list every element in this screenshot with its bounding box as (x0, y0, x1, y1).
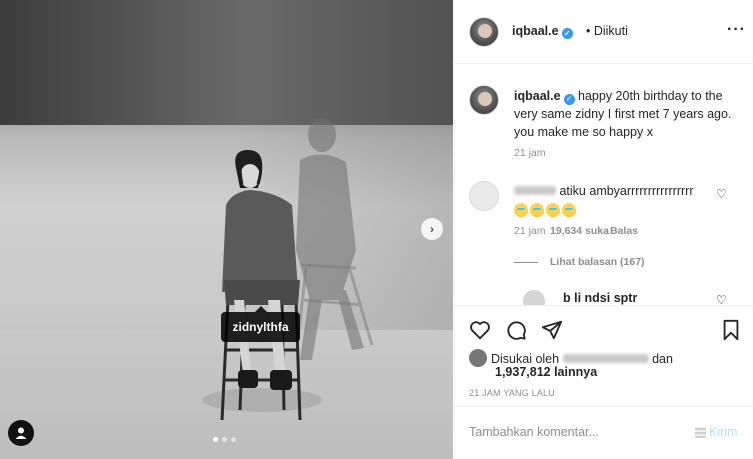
comments-list[interactable]: iqbaal.e ✓ happy 20th birthday to the ver… (455, 65, 753, 305)
carousel-dot (222, 437, 227, 442)
heart-icon[interactable] (469, 319, 491, 341)
add-comment-form: Kirim (455, 406, 753, 459)
likes-conjunction: dan (652, 352, 673, 366)
bookmark-icon[interactable] (720, 319, 742, 341)
more-dots-icon[interactable]: ··· (727, 21, 746, 39)
author-name[interactable]: iqbaal.e ✓ (512, 24, 573, 39)
comment-meta: 21 jam 19,634 suka Balas (514, 225, 638, 237)
author-name-text: iqbaal.e (512, 24, 559, 38)
comment-text: atiku ambyarrrrrrrrrrrrrrrr (514, 181, 719, 221)
comment-like-heart-icon[interactable]: ♡ (716, 187, 727, 201)
post-comment-label: Kirim (709, 425, 738, 439)
comment-input[interactable] (469, 425, 689, 439)
photo-scene (202, 118, 374, 421)
crying-emoji-icon (514, 203, 528, 217)
comment-time[interactable]: 21 jam (514, 225, 550, 237)
carousel-indicator (213, 437, 236, 442)
commenter-avatar[interactable] (469, 181, 499, 211)
caption-time[interactable]: 21 jam (514, 147, 546, 159)
post-actions: Disukai oleh dan 1,937,812 lainnya 21 JA… (455, 305, 753, 405)
verified-badge-icon: ✓ (561, 28, 573, 39)
post-timestamp[interactable]: 21 JAM YANG LALU (469, 388, 555, 398)
post-details-panel: iqbaal.e ✓ • Diikuti ··· iqbaal.e ✓ happy … (454, 0, 753, 459)
comment-reply-button[interactable]: Balas (610, 225, 638, 237)
person-figure (222, 150, 300, 390)
redacted-liker (562, 354, 649, 363)
loading-spinner-icon (695, 426, 706, 438)
wall-shadow-figure (296, 118, 364, 360)
post-comment-button[interactable]: Kirim (695, 425, 737, 439)
post-photo[interactable]: › zidnylthfa (0, 0, 453, 459)
comment-body: atiku ambyarrrrrrrrrrrrrrrr (559, 184, 694, 198)
liker-avatar[interactable] (469, 349, 487, 367)
reply-like-heart-icon[interactable]: ♡ (716, 293, 727, 305)
verified-badge-icon: ✓ (563, 93, 575, 105)
author-avatar[interactable] (469, 17, 499, 47)
share-icon[interactable] (541, 319, 563, 341)
carousel-dot (213, 437, 218, 442)
post-header: iqbaal.e ✓ • Diikuti ··· (455, 0, 753, 64)
likes-count[interactable]: 1,937,812 lainnya (495, 365, 597, 379)
view-replies-label: Lihat balasan (167) (550, 256, 645, 268)
reply-avatar[interactable] (523, 290, 545, 305)
comment-likes[interactable]: 19,634 suka (550, 225, 610, 237)
crying-emoji-icon (562, 203, 576, 217)
photo-user-tag[interactable]: zidnylthfa (221, 306, 300, 342)
view-replies-button[interactable]: Lihat balasan (167) (514, 256, 645, 268)
caption-author-avatar[interactable] (469, 85, 499, 115)
reply-username[interactable]: b li ndsi sptr (563, 291, 637, 305)
comment-icon[interactable] (505, 319, 527, 341)
tagged-users-button[interactable] (8, 420, 34, 446)
redacted-username (514, 186, 556, 195)
next-slide-button[interactable]: › (421, 218, 443, 240)
photo-user-tag-label: zidnylthfa (232, 320, 289, 334)
carousel-dot (231, 437, 236, 442)
likes-prefix: Disukai oleh (491, 352, 560, 366)
follow-status[interactable]: • Diikuti (586, 24, 628, 38)
user-icon (15, 427, 27, 439)
caption-author-name[interactable]: iqbaal.e (514, 89, 561, 103)
caption-text: iqbaal.e ✓ happy 20th birthday to the ver… (514, 87, 739, 141)
crying-emoji-icon (530, 203, 544, 217)
crying-emoji-icon (546, 203, 560, 217)
